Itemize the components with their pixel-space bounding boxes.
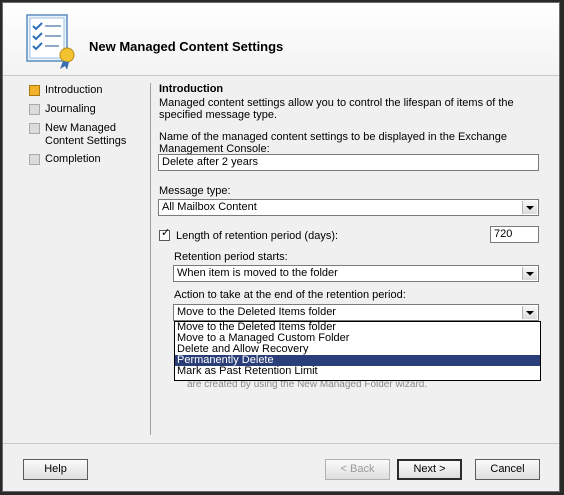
step-label: Completion <box>45 153 101 165</box>
step-journaling[interactable]: Journaling <box>29 103 149 121</box>
retention-checkbox[interactable]: ✓ <box>159 227 171 241</box>
chevron-down-icon[interactable] <box>522 201 537 214</box>
step-introduction[interactable]: Introduction <box>29 84 149 102</box>
checkbox-check-icon: ✓ <box>161 227 171 239</box>
wizard-steps-sidebar: Introduction Journaling New Managed Cont… <box>3 76 149 436</box>
retention-start-value: When item is moved to the folder <box>177 267 338 279</box>
chevron-down-icon[interactable] <box>522 306 537 319</box>
retention-start-label: Retention period starts: <box>174 251 288 263</box>
main-content: Introduction Managed content settings al… <box>159 83 544 121</box>
name-input[interactable]: Delete after 2 years <box>158 154 539 171</box>
next-button[interactable]: Next > <box>397 459 462 480</box>
section-title: Introduction <box>159 83 224 95</box>
chevron-down-icon[interactable] <box>522 267 537 280</box>
message-type-select[interactable]: All Mailbox Content <box>158 199 539 216</box>
retention-checkbox-label: Length of retention period (days): <box>176 230 339 242</box>
step-completion[interactable]: Completion <box>29 153 149 171</box>
step-bullet-icon <box>29 123 40 134</box>
wizard-header: New Managed Content Settings <box>3 3 559 76</box>
cancel-button[interactable]: Cancel <box>475 459 540 480</box>
action-value: Move to the Deleted Items folder <box>177 306 336 318</box>
step-label: Journaling <box>45 103 96 115</box>
step-label: Introduction <box>45 84 103 96</box>
wizard-window: New Managed Content Settings Introductio… <box>2 2 560 492</box>
retention-days-input[interactable]: 720 <box>490 226 539 243</box>
back-button[interactable]: < Back <box>325 459 390 480</box>
step-label: New Managed Content Settings <box>45 122 127 147</box>
retention-start-select[interactable]: When item is moved to the folder <box>173 265 539 282</box>
step-bullet-icon <box>29 154 40 165</box>
action-dropdown-list[interactable]: Move to the Deleted Items folder Move to… <box>174 321 541 381</box>
help-button[interactable]: Help <box>23 459 88 480</box>
sidebar-divider <box>150 83 151 435</box>
wizard-checklist-icon <box>26 14 75 69</box>
action-label: Action to take at the end of the retenti… <box>174 289 406 301</box>
message-type-label: Message type: <box>159 185 231 197</box>
wizard-title: New Managed Content Settings <box>89 39 284 54</box>
name-field-label: Name of the managed content settings to … <box>159 131 507 155</box>
step-bullet-icon <box>29 104 40 115</box>
step-bullet-icon <box>29 85 40 96</box>
intro-description: Managed content settings allow you to co… <box>159 97 514 121</box>
action-select[interactable]: Move to the Deleted Items folder <box>173 304 539 321</box>
message-type-value: All Mailbox Content <box>162 201 257 213</box>
footer-divider <box>3 443 559 444</box>
step-new-managed-content-settings[interactable]: New Managed Content Settings <box>29 122 149 152</box>
dropdown-option[interactable]: Mark as Past Retention Limit <box>175 366 540 377</box>
